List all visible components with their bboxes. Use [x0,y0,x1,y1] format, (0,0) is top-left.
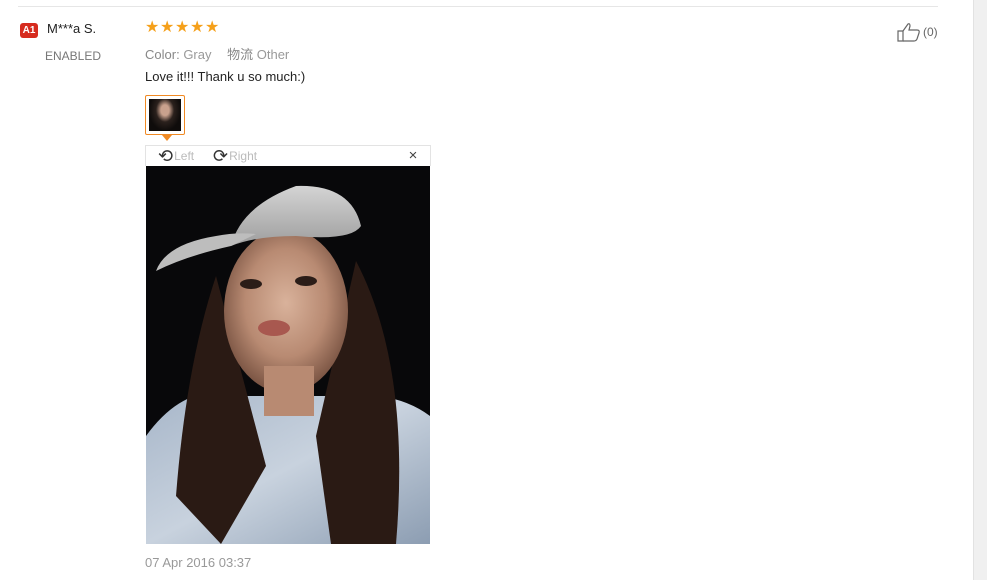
attr-value-color: Gray [183,47,212,62]
review-date: 07 Apr 2016 03:37 [145,555,252,570]
order-attributes: Color: Gray 物流 Other [145,44,301,63]
close-icon[interactable]: × [406,148,420,164]
review-text: Love it!!! Thank u so much:) [145,69,306,84]
reviewer-status: ENABLED [45,49,102,63]
attr-key-shipping: 物流 [227,47,254,62]
attr-key-color: Color: [145,47,180,62]
star-icon: ★ [205,19,220,36]
thumbnail-pointer [162,135,172,141]
rotate-right-label: Right [229,149,258,163]
attr-value-shipping: Other [256,47,290,62]
scrollbar[interactable] [973,0,987,580]
review-photo-image [146,166,430,544]
image-viewer-toolbar: ⟲ Left ⟳ Right × [145,145,431,166]
buyer-level-badge: A1 [20,23,38,38]
rotate-left-button[interactable]: ⟲ Left [158,147,194,165]
reviewer-name: M***a S. [47,21,97,36]
review-photo-thumbnail[interactable] [145,95,185,135]
star-icon: ★ [190,19,205,36]
helpful-button[interactable]: (0) [897,22,938,42]
helpful-count: (0) [923,25,938,39]
star-icon: ★ [175,19,190,36]
star-icon: ★ [145,19,160,36]
rotate-left-icon: ⟲ [158,146,174,166]
rotate-left-label: Left [174,149,195,163]
review-photo-large [146,166,430,544]
thumbnail-image [149,99,181,131]
divider [18,6,938,7]
star-icon: ★ [160,19,175,36]
rotate-right-button[interactable]: ⟳ Right [213,147,257,165]
rotate-right-icon: ⟳ [213,146,229,166]
star-rating: ★ ★ ★ ★ ★ [145,20,220,36]
thumbs-up-icon [897,23,920,42]
